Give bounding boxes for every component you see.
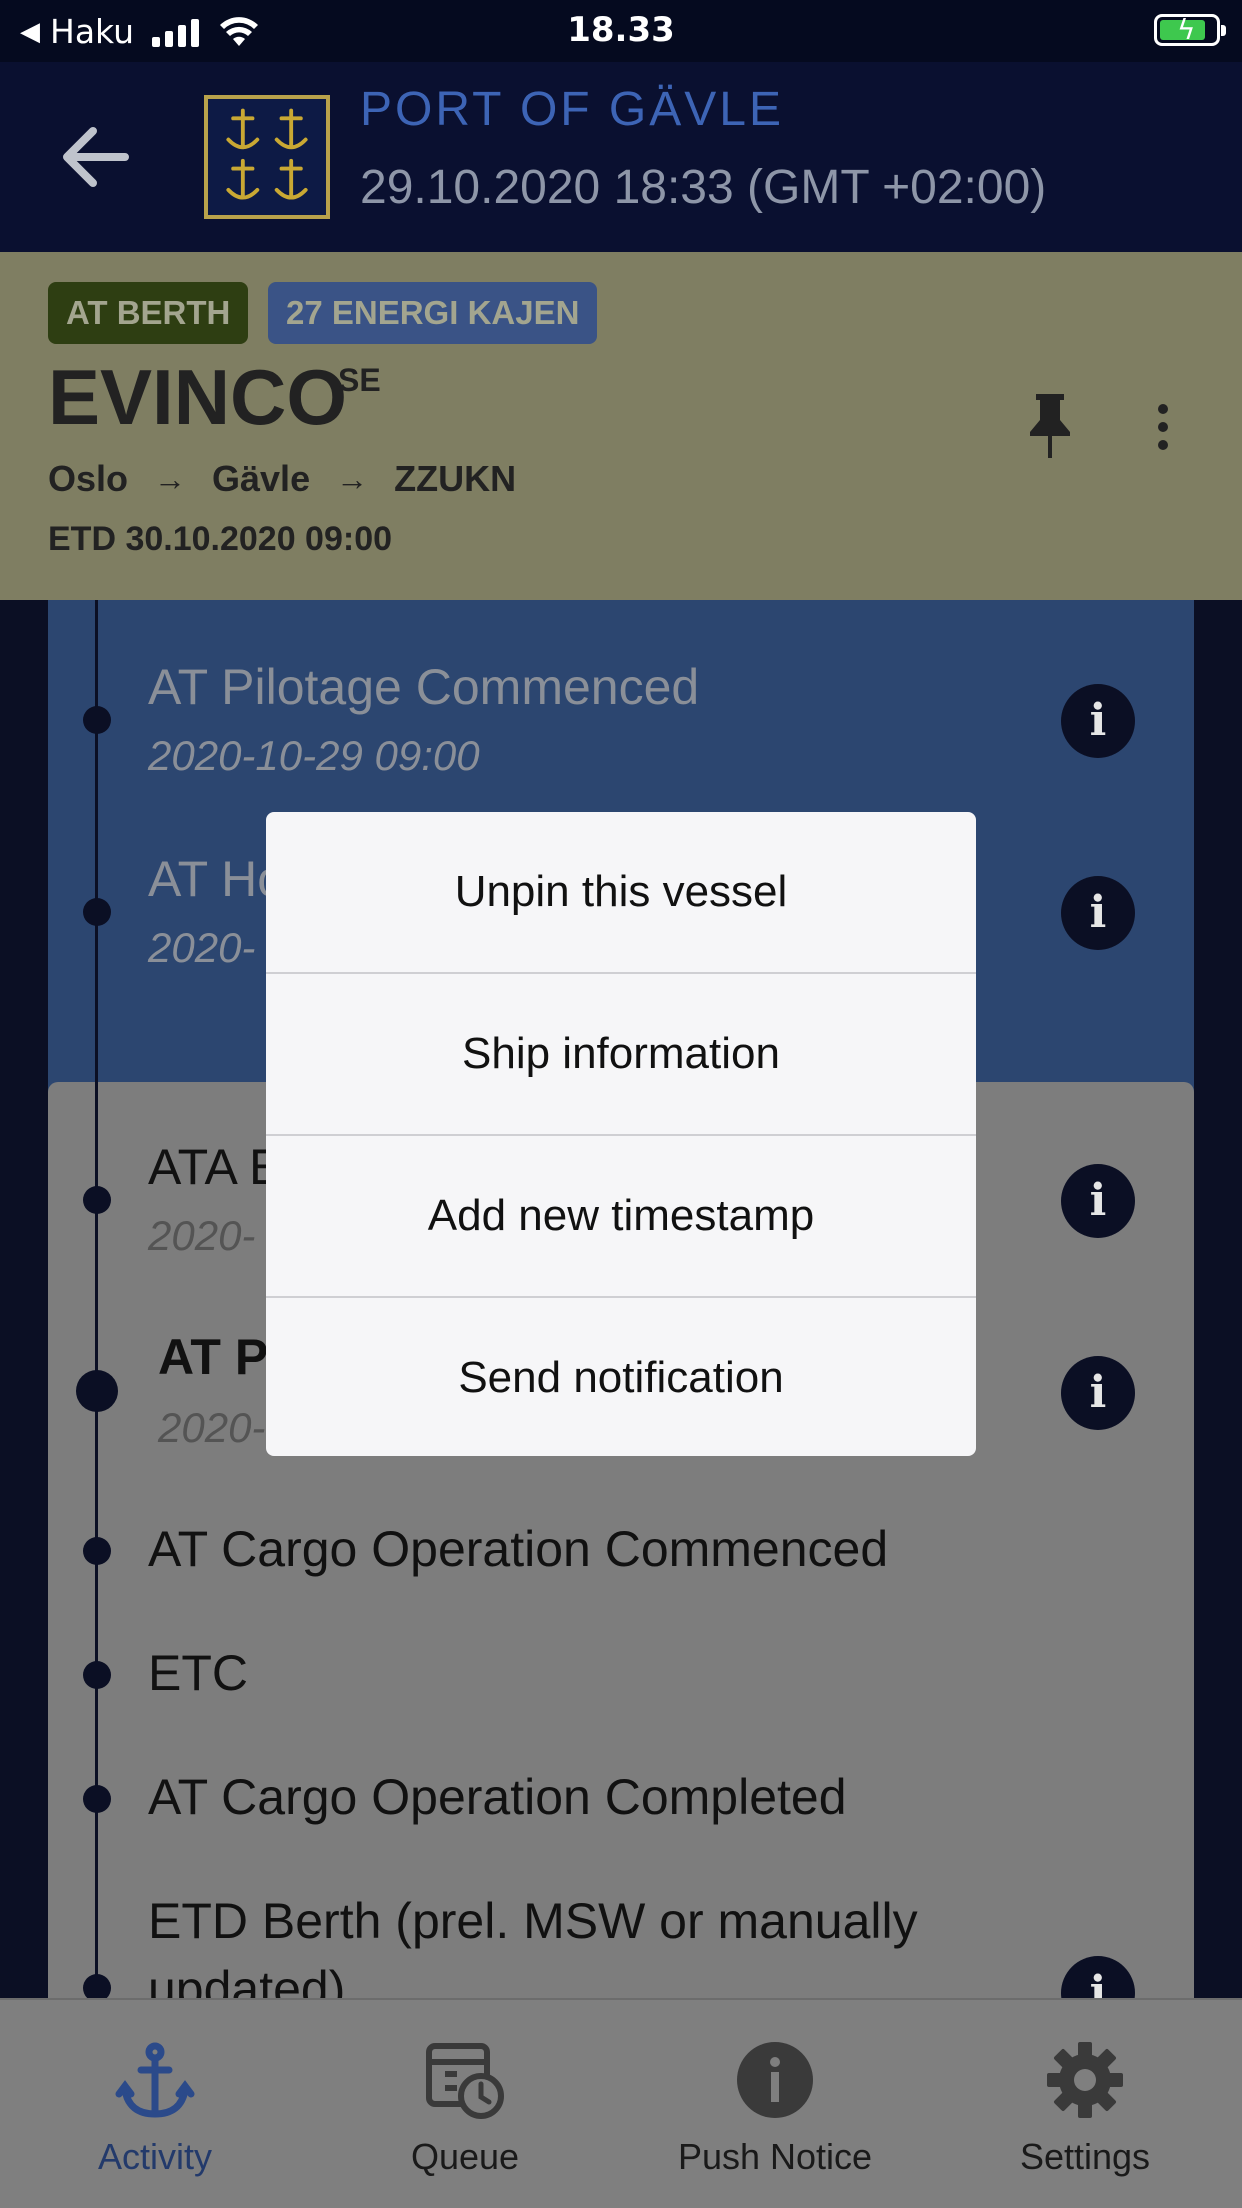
info-icon — [737, 2042, 813, 2118]
timeline-dot — [83, 1661, 111, 1689]
tab-push-notice[interactable]: Push Notice — [620, 2000, 930, 2208]
tab-label: Activity — [97, 2136, 212, 2177]
timeline-dot-current — [76, 1370, 118, 1412]
status-time: 18.33 — [567, 10, 675, 50]
tab-queue[interactable]: Queue — [310, 2000, 620, 2208]
timeline-dot — [83, 706, 111, 734]
ship-information-menu-item[interactable]: Ship information — [266, 974, 976, 1134]
tab-settings[interactable]: Settings — [930, 2000, 1240, 2208]
event-title: ETD Berth (prel. MSW or manually — [148, 1893, 918, 1949]
battery-icon: ϟ — [1154, 13, 1226, 46]
unpin-vessel-menu-item[interactable]: Unpin this vessel — [266, 812, 976, 972]
timeline-dot — [83, 1785, 111, 1813]
vessel-options-menu: Unpin this vessel Ship information Add n… — [266, 812, 976, 1456]
event-date: 2020-10-29 09:00 — [148, 732, 480, 779]
vessel-flag: SE — [338, 362, 381, 398]
event-title: AT Cargo Operation Commenced — [148, 1521, 889, 1577]
route-destination: ZZUKN — [394, 458, 517, 499]
event-title: AT Ho — [148, 851, 286, 907]
timeline-dot — [83, 1186, 111, 1214]
status-bar: ◀ Haku 18.33 ϟ — [0, 0, 1242, 62]
event-date: 2020- — [148, 924, 256, 971]
add-timestamp-menu-item[interactable]: Add new timestamp — [266, 1136, 976, 1296]
status-badge: AT BERTH — [48, 282, 249, 344]
route-origin: Oslo — [48, 458, 129, 499]
info-button[interactable]: i — [1061, 1356, 1135, 1430]
route-current: Gävle — [212, 458, 311, 499]
event-title: AT P — [158, 1329, 269, 1385]
vessel-route: Oslo → Gävle → ZZUKN — [48, 458, 516, 500]
event-date: 2020- — [148, 1212, 256, 1259]
route-arrow-icon: → — [336, 460, 369, 497]
back-arrow-icon[interactable] — [55, 117, 135, 197]
pin-icon[interactable] — [1028, 390, 1072, 460]
tab-bar: Activity Queue Push Notice Settings — [0, 1998, 1242, 2208]
more-options-icon[interactable] — [1148, 402, 1178, 452]
tab-label: Settings — [1019, 2136, 1151, 2177]
event-title-continued: updated) — [148, 1961, 346, 1998]
vessel-card: AT BERTH 27 ENERGI KAJEN EVINCO SE Oslo … — [0, 252, 1242, 600]
tab-label: Queue — [410, 2136, 520, 2177]
app-header: PORT OF GÄVLE 29.10.2020 18:33 (GMT +02:… — [0, 62, 1242, 252]
calendar-clock-icon — [426, 2043, 504, 2119]
event-title: AT Pilotage Commenced — [148, 659, 700, 715]
event-title: AT Cargo Operation Completed — [148, 1769, 847, 1825]
timeline-dot — [83, 898, 111, 926]
gear-icon — [1047, 2042, 1123, 2118]
timeline-dot — [83, 1974, 111, 1998]
info-button[interactable]: i — [1061, 1164, 1135, 1238]
berth-badge: 27 ENERGI KAJEN — [268, 282, 598, 344]
info-button[interactable]: i — [1061, 684, 1135, 758]
vessel-etd: ETD 30.10.2020 09:00 — [48, 520, 393, 558]
port-title: PORT OF GÄVLE — [360, 83, 785, 136]
port-logo — [204, 95, 330, 219]
info-button[interactable]: i — [1061, 876, 1135, 950]
event-title: ATA E — [148, 1139, 283, 1195]
port-datetime: 29.10.2020 18:33 (GMT +02:00) — [360, 161, 1047, 214]
event-date: 2020- — [158, 1404, 266, 1451]
route-arrow-icon: → — [154, 460, 187, 497]
event-title: ETC — [148, 1645, 248, 1701]
tab-activity[interactable]: Activity — [0, 2000, 310, 2208]
vessel-name: EVINCO — [48, 353, 348, 441]
tab-label: Push Notice — [677, 2136, 873, 2177]
timeline-dot — [83, 1537, 111, 1565]
anchor-icon — [115, 2042, 195, 2118]
send-notification-menu-item[interactable]: Send notification — [266, 1298, 976, 1456]
